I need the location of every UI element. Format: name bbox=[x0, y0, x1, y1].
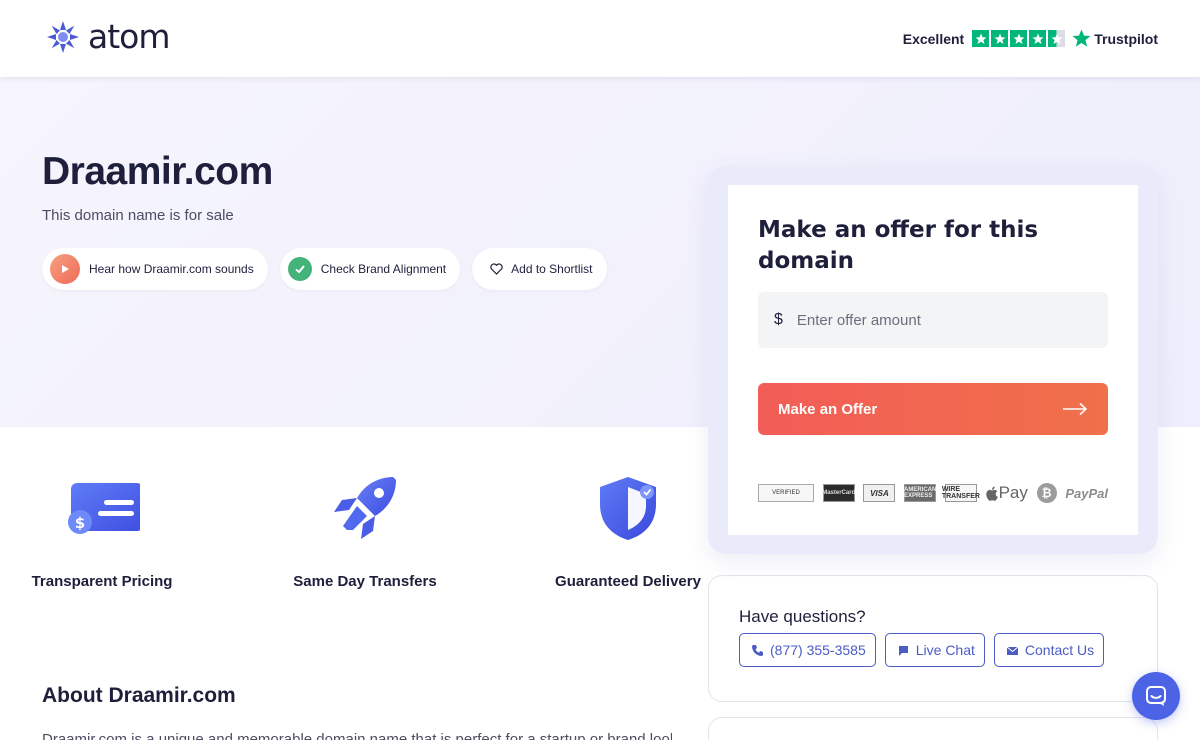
offer-heading: Make an offer for this domain bbox=[758, 217, 1039, 274]
hear-pronunciation-button[interactable]: Hear how Draamir.com sounds bbox=[42, 248, 268, 290]
add-to-shortlist-label: Add to Shortlist bbox=[511, 262, 593, 276]
feature-label: Same Day Transfers bbox=[293, 573, 437, 590]
star-icon bbox=[1029, 30, 1047, 47]
mastercard-icon: MasterCard bbox=[822, 484, 855, 502]
phone-number: (877) 355-3585 bbox=[770, 642, 866, 658]
star-icon bbox=[991, 30, 1009, 47]
apple-pay-icon: Pay bbox=[985, 483, 1028, 502]
heart-icon bbox=[490, 263, 503, 275]
star-icon bbox=[972, 30, 990, 47]
trust-label: Excellent bbox=[902, 30, 965, 47]
half-star-icon bbox=[1048, 30, 1066, 47]
check-brand-button[interactable]: Check Brand Alignment bbox=[279, 248, 461, 290]
domain-title: Draamir.com bbox=[42, 150, 273, 193]
site-header: atom Excellent Trustpilot bbox=[0, 0, 1200, 77]
feature-transparent-pricing: $ Transparent Pricing bbox=[22, 470, 182, 592]
visa-icon: VISA bbox=[863, 484, 896, 502]
wire-transfer-icon: WIRE TRANSFER bbox=[941, 484, 980, 502]
about-title: About Draamir.com bbox=[42, 684, 236, 707]
chat-icon bbox=[898, 645, 908, 656]
make-offer-button[interactable]: Make an Offer bbox=[758, 383, 1108, 435]
about-text: Draamir.com is a unique and memorable do… bbox=[42, 731, 672, 740]
live-chat-button[interactable]: Live Chat bbox=[884, 633, 985, 667]
live-chat-label: Live Chat bbox=[915, 642, 975, 658]
phone-icon bbox=[752, 644, 763, 656]
feature-guaranteed-delivery: Guaranteed Delivery bbox=[548, 470, 708, 592]
make-offer-label: Make an Offer bbox=[778, 400, 878, 418]
verified-badge-icon: VERIFIED bbox=[758, 484, 814, 502]
currency-symbol: $ bbox=[774, 311, 783, 328]
offer-card: Make an offer for this domain $ Make an … bbox=[728, 185, 1138, 535]
play-icon bbox=[50, 254, 80, 284]
hear-pronunciation-label: Hear how Draamir.com sounds bbox=[89, 262, 254, 276]
arrow-right-icon bbox=[1063, 402, 1088, 416]
trustpilot-brand: Trustpilot bbox=[1094, 30, 1158, 47]
amex-icon: AMERICAN EXPRESS bbox=[904, 484, 936, 502]
offer-amount-field[interactable]: $ bbox=[758, 292, 1108, 348]
rocket-icon bbox=[334, 477, 396, 539]
trustpilot-rating[interactable]: Excellent Trustpilot bbox=[903, 29, 1158, 48]
payment-methods: VERIFIED MasterCard VISA AMERICAN EXPRES… bbox=[758, 481, 1108, 505]
star-icon bbox=[1010, 30, 1028, 47]
pricing-card-icon: $ bbox=[68, 483, 140, 534]
svg-text:$: $ bbox=[75, 514, 85, 532]
feature-label: Transparent Pricing bbox=[31, 573, 173, 590]
phone-button[interactable]: (877) 355-3585 bbox=[739, 633, 876, 667]
offer-amount-input[interactable] bbox=[796, 311, 1067, 329]
offer-panel: Make an offer for this domain $ Make an … bbox=[708, 166, 1158, 554]
contact-us-button[interactable]: Contact Us bbox=[993, 633, 1105, 667]
logo[interactable]: atom bbox=[46, 20, 170, 54]
apple-pay-label: Pay bbox=[998, 483, 1028, 502]
for-sale-subtitle: This domain name is for sale bbox=[42, 207, 234, 224]
add-to-shortlist-button[interactable]: Add to Shortlist bbox=[472, 248, 607, 290]
feature-label: Guaranteed Delivery bbox=[555, 573, 701, 590]
trustpilot-star-icon bbox=[1072, 29, 1091, 47]
checkmark-icon bbox=[287, 257, 312, 281]
contact-us-label: Contact Us bbox=[1024, 642, 1095, 658]
check-brand-label: Check Brand Alignment bbox=[320, 262, 447, 276]
chat-bubble-icon bbox=[1146, 686, 1166, 706]
help-buttons: (877) 355-3585 Live Chat Contact Us bbox=[739, 633, 1113, 667]
hero-actions: Hear how Draamir.com sounds Check Brand … bbox=[42, 248, 619, 290]
chat-widget-button[interactable] bbox=[1132, 672, 1180, 720]
trust-stars bbox=[972, 30, 1067, 47]
feature-same-day-transfers: Same Day Transfers bbox=[285, 470, 445, 592]
shield-icon bbox=[600, 477, 656, 540]
bitcoin-icon: ₿ bbox=[1036, 483, 1057, 503]
logo-text: atom bbox=[88, 17, 170, 56]
help-card: Have questions? (877) 355-3585 Live Chat… bbox=[708, 575, 1158, 702]
paypal-icon: PayPal bbox=[1065, 485, 1108, 501]
help-title: Have questions? bbox=[739, 607, 866, 626]
secondary-card bbox=[708, 717, 1158, 740]
atom-logo-icon bbox=[47, 21, 79, 53]
mail-icon bbox=[1006, 646, 1019, 655]
